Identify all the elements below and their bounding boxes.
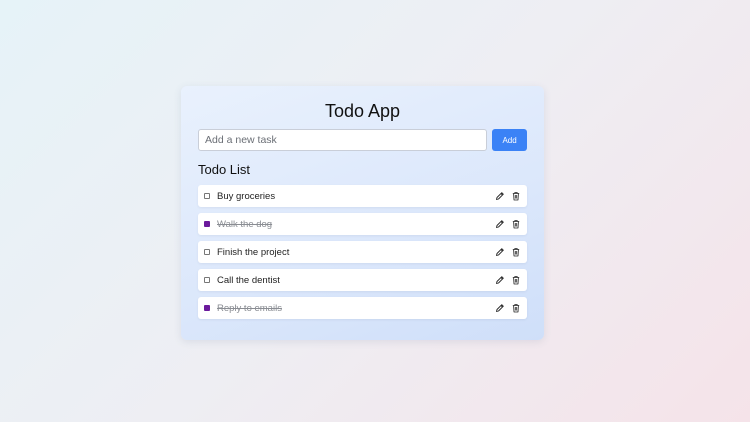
- app-title: Todo App: [324, 101, 401, 121]
- todo-item: Reply to emails: [198, 297, 527, 319]
- add-task-form: Add: [198, 129, 527, 151]
- pencil-icon[interactable]: [495, 275, 505, 285]
- todo-checkbox[interactable]: [204, 193, 210, 199]
- todo-text: Reply to emails: [217, 302, 282, 314]
- todo-card: Todo App Add Todo List Buy groceries Wal…: [181, 86, 544, 340]
- trash-icon[interactable]: [511, 191, 521, 201]
- todo-text: Finish the project: [217, 246, 290, 258]
- todo-item: Call the dentist: [198, 269, 527, 291]
- todo-checkbox[interactable]: [204, 221, 210, 227]
- pencil-icon[interactable]: [495, 303, 505, 313]
- list-heading: Todo List: [198, 162, 251, 177]
- trash-icon[interactable]: [511, 219, 521, 229]
- todo-item: Finish the project: [198, 241, 527, 263]
- todo-item: Walk the dog: [198, 213, 527, 235]
- todo-text: Walk the dog: [217, 218, 273, 230]
- todo-text: Call the dentist: [217, 274, 280, 286]
- pencil-icon[interactable]: [495, 219, 505, 229]
- todo-checkbox[interactable]: [204, 249, 210, 255]
- add-button[interactable]: Add: [492, 129, 527, 151]
- trash-icon[interactable]: [511, 275, 521, 285]
- todo-checkbox[interactable]: [204, 277, 210, 283]
- trash-icon[interactable]: [511, 303, 521, 313]
- new-task-input[interactable]: [198, 129, 488, 151]
- pencil-icon[interactable]: [495, 191, 505, 201]
- todo-list: Buy groceries Walk the dog Finish the pr…: [198, 185, 527, 319]
- todo-checkbox[interactable]: [204, 305, 210, 311]
- todo-item: Buy groceries: [198, 185, 527, 207]
- pencil-icon[interactable]: [495, 247, 505, 257]
- trash-icon[interactable]: [511, 247, 521, 257]
- todo-text: Buy groceries: [217, 190, 276, 202]
